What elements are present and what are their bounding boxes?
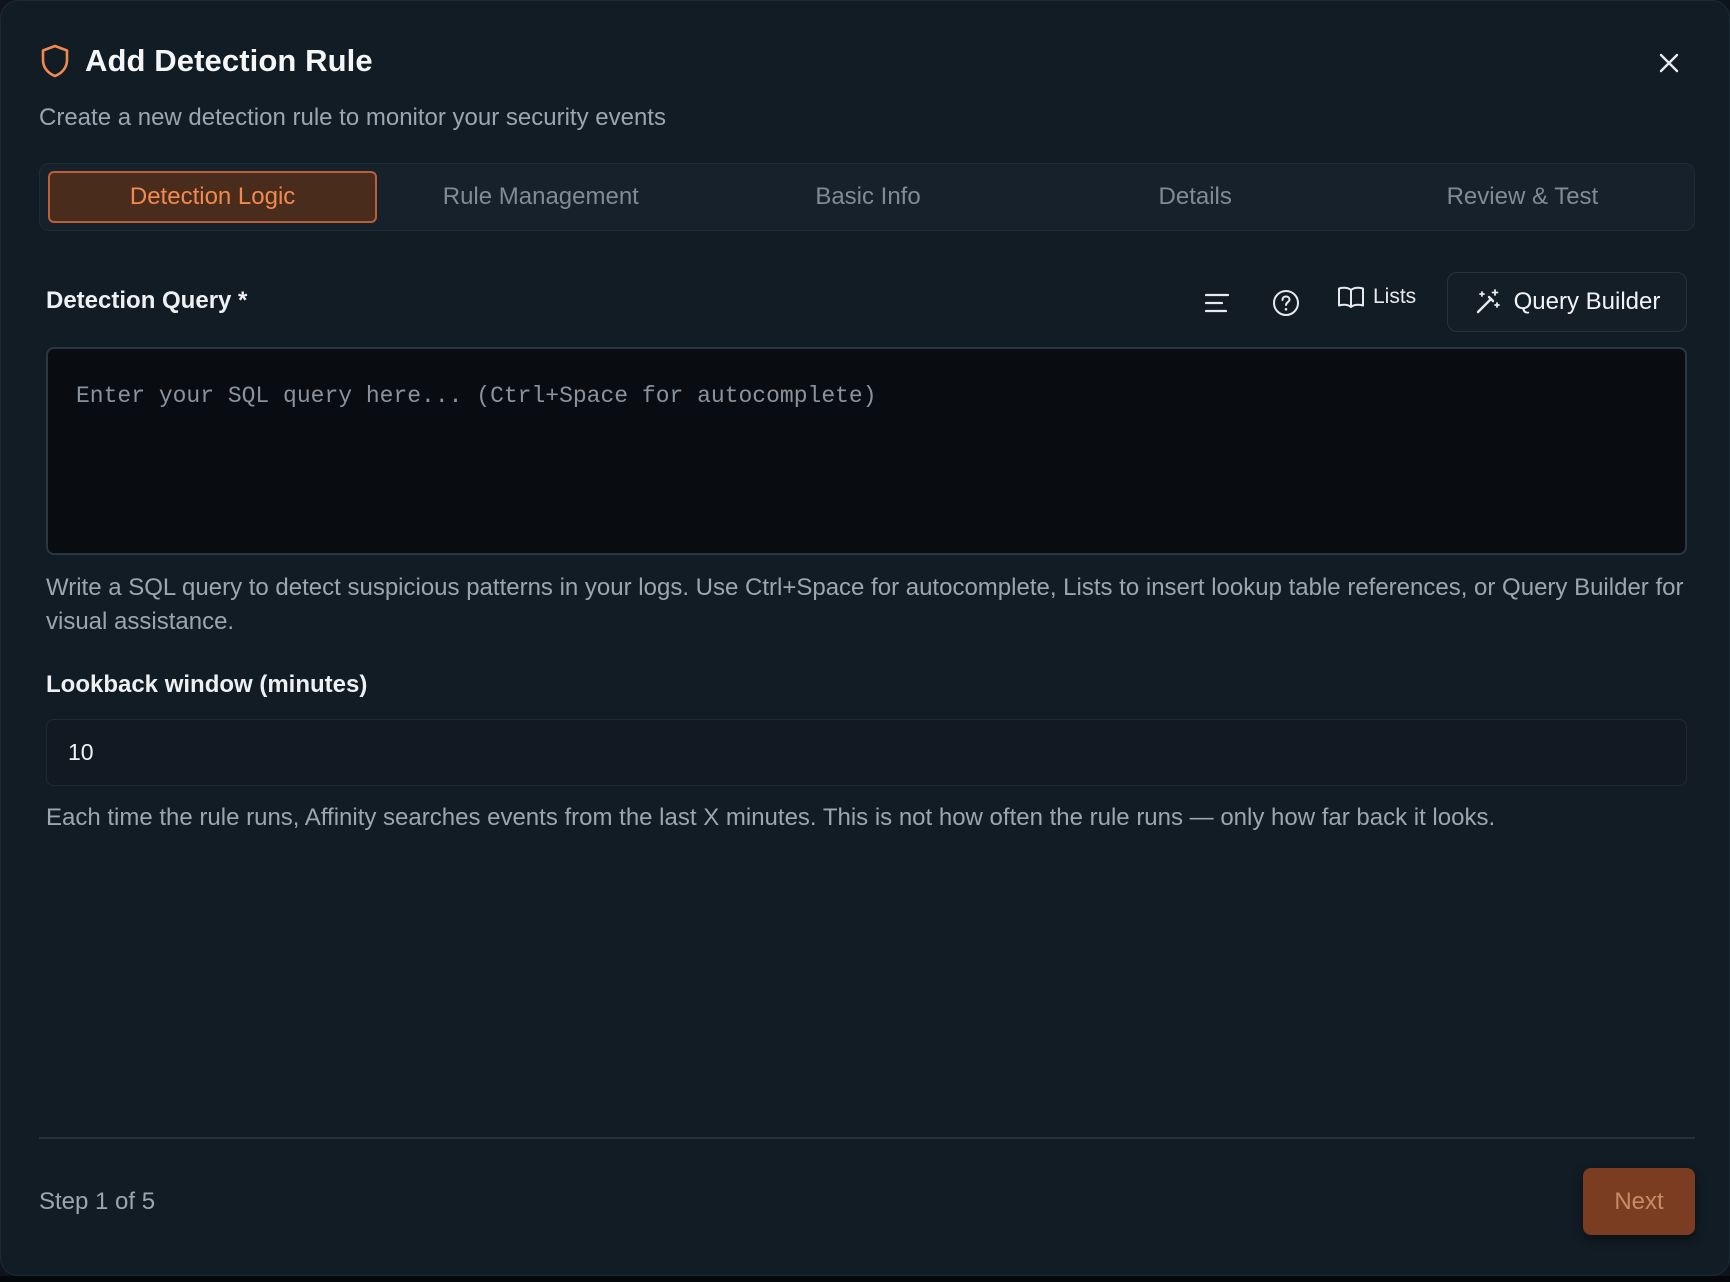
query-builder-label: Query Builder bbox=[1513, 288, 1661, 315]
lookback-help-text: Each time the rule runs, Affinity search… bbox=[46, 804, 1496, 831]
book-open-icon bbox=[1338, 286, 1364, 308]
help-circle-icon bbox=[1273, 290, 1299, 316]
step-tabs: Detection Logic Rule Management Basic In… bbox=[39, 163, 1695, 231]
sql-query-editor[interactable] bbox=[46, 347, 1687, 555]
close-icon bbox=[1659, 53, 1679, 73]
shield-icon bbox=[41, 44, 69, 78]
tab-basic-info[interactable]: Basic Info bbox=[704, 171, 1031, 223]
tab-detection-logic[interactable]: Detection Logic bbox=[48, 171, 378, 223]
add-detection-rule-dialog: Add Detection Rule Create a new detectio… bbox=[0, 0, 1730, 1276]
tab-details[interactable]: Details bbox=[1032, 171, 1359, 223]
sql-query-input[interactable] bbox=[48, 349, 1685, 553]
query-help-text: Write a SQL query to detect suspicious p… bbox=[46, 574, 1684, 635]
query-builder-button[interactable]: Query Builder bbox=[1447, 272, 1687, 332]
bottom-edge bbox=[0, 1276, 1730, 1282]
detection-query-label: Detection Query * bbox=[46, 287, 248, 314]
step-indicator: Step 1 of 5 bbox=[39, 1188, 156, 1215]
dialog-subtitle: Create a new detection rule to monitor y… bbox=[39, 104, 666, 131]
lists-button[interactable]: Lists bbox=[1337, 285, 1416, 309]
help-button[interactable] bbox=[1269, 286, 1303, 320]
next-button[interactable]: Next bbox=[1583, 1168, 1695, 1235]
tab-review-test[interactable]: Review & Test bbox=[1359, 171, 1686, 223]
lists-label: Lists bbox=[1373, 285, 1417, 308]
align-left-icon bbox=[1204, 293, 1230, 313]
lookback-input[interactable] bbox=[46, 719, 1687, 786]
dialog-title: Add Detection Rule bbox=[85, 43, 373, 78]
footer-divider bbox=[39, 1137, 1695, 1139]
tab-rule-management[interactable]: Rule Management bbox=[377, 171, 704, 223]
magic-wand-icon bbox=[1476, 289, 1500, 314]
format-button[interactable] bbox=[1201, 287, 1233, 319]
close-button[interactable] bbox=[1653, 47, 1685, 79]
dialog-header: Add Detection Rule bbox=[39, 43, 373, 79]
lookback-label: Lookback window (minutes) bbox=[46, 671, 368, 698]
